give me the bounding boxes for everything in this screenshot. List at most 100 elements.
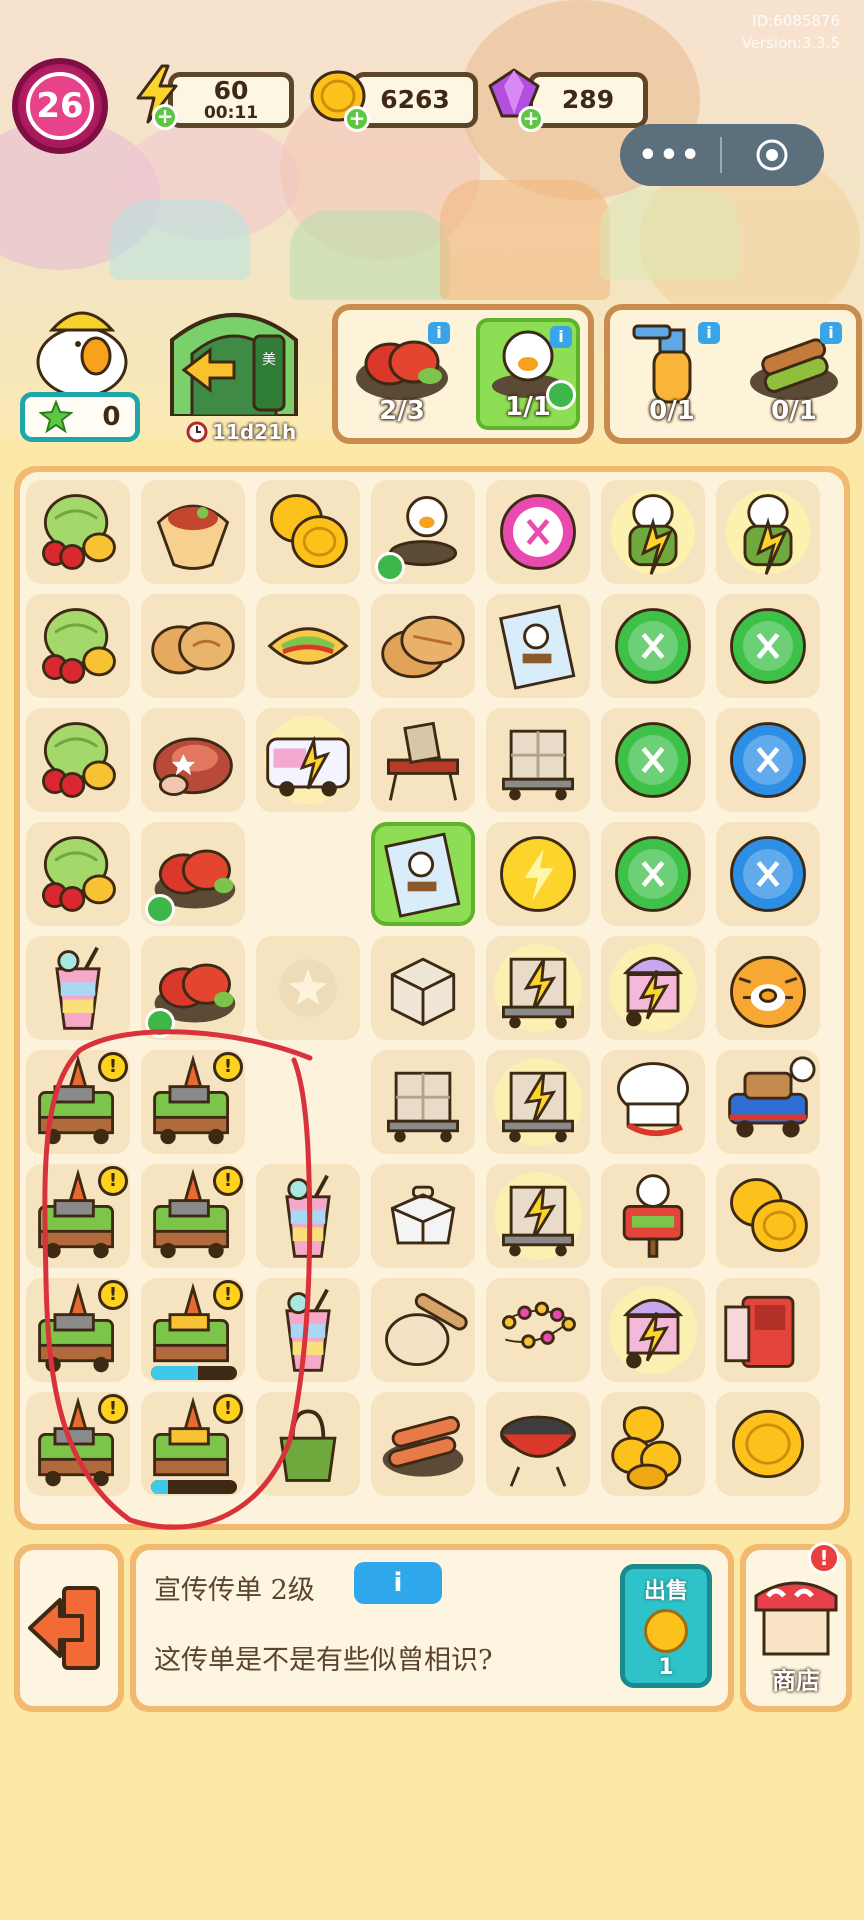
board-cell-crawfish-plate[interactable] xyxy=(141,822,245,926)
exit-button[interactable] xyxy=(20,1550,118,1706)
board-cell-melon-cherry[interactable] xyxy=(26,708,130,812)
item-info-button[interactable]: i xyxy=(354,1562,442,1604)
board-cell-empty[interactable] xyxy=(256,822,360,926)
board-cell-food-truck-lit[interactable] xyxy=(256,708,360,812)
board-cell-flyer-card-selected[interactable] xyxy=(371,822,475,926)
board-cell-rainbow-drink[interactable] xyxy=(256,1164,360,1268)
board-cell-grilled-skewers[interactable] xyxy=(371,1392,475,1496)
more-button[interactable]: ••• xyxy=(620,138,720,173)
order-panel-2[interactable]: 0/1 i 0/1 i xyxy=(604,304,862,444)
board-cell-grill-cart[interactable]: ! xyxy=(141,1164,245,1268)
star-slot-icon xyxy=(279,959,337,1017)
picnic-table-icon xyxy=(387,721,459,801)
board-cell-scissors-blue[interactable] xyxy=(716,708,820,812)
board-cell-grill-cart-loading[interactable]: ! xyxy=(141,1278,245,1382)
board-cell-ice-cream-cart-lit[interactable] xyxy=(601,1278,705,1382)
shop-button[interactable]: 商店 ! xyxy=(746,1542,846,1706)
board-cell-melon-cherry[interactable] xyxy=(26,594,130,698)
level-badge[interactable]: 26 xyxy=(12,58,108,154)
board-cell-bbq-grill[interactable] xyxy=(486,1392,590,1496)
board-cell-ice-cream-cart-lit[interactable] xyxy=(601,936,705,1040)
sell-button[interactable]: 出售 1 xyxy=(620,1564,712,1688)
board-cell-coin-stack[interactable] xyxy=(601,1392,705,1496)
order-count: 0/1 xyxy=(771,396,817,426)
board-cell-grill-cart[interactable]: ! xyxy=(26,1164,130,1268)
alert-icon: ! xyxy=(98,1052,128,1082)
order-spray-bottle[interactable]: 0/1 i xyxy=(620,318,724,430)
board-cell-stuffed-buns[interactable] xyxy=(141,594,245,698)
board-cell-empty[interactable] xyxy=(256,1050,360,1154)
board-cell-star-slot[interactable] xyxy=(256,936,360,1040)
board-cell-dough-roller[interactable] xyxy=(371,1278,475,1382)
duck-worker-avatar[interactable] xyxy=(22,296,142,396)
food-street-gate-icon[interactable]: 美 xyxy=(164,300,304,416)
order-info-button[interactable]: i xyxy=(698,322,720,344)
order-skewers[interactable]: 0/1 i xyxy=(742,318,846,430)
order-duck-egg[interactable]: 1/1 i xyxy=(476,318,580,430)
board-cell-cardboard-box[interactable] xyxy=(371,936,475,1040)
coin-counter[interactable]: 6263 xyxy=(352,72,478,128)
board-cell-rainbow-drink[interactable] xyxy=(26,936,130,1040)
board-cell-duck-figure-lit[interactable] xyxy=(601,480,705,584)
board-cell-melon-cherry[interactable] xyxy=(26,480,130,584)
board-cell-burrito[interactable] xyxy=(141,480,245,584)
board-cell-grill-cart[interactable]: ! xyxy=(26,1392,130,1496)
board-cell-grill-cart-loading[interactable]: ! xyxy=(141,1392,245,1496)
star-counter[interactable]: 0 xyxy=(20,392,140,442)
coin-plus-button[interactable]: + xyxy=(344,106,370,132)
check-icon xyxy=(145,894,175,924)
board-cell-melon-cherry[interactable] xyxy=(26,822,130,926)
energy-plus-button[interactable]: + xyxy=(152,104,178,130)
board-cell-fairy-lights[interactable] xyxy=(486,1278,590,1382)
energy-timer: 00:11 xyxy=(203,103,259,123)
board-cell-green-bag[interactable] xyxy=(256,1392,360,1496)
board-cell-red-fridge[interactable] xyxy=(716,1278,820,1382)
board-cell-grill-cart[interactable]: ! xyxy=(141,1050,245,1154)
board-cell-duck-sign[interactable] xyxy=(601,1164,705,1268)
board-cell-fried-egg-pan[interactable] xyxy=(371,480,475,584)
level-number: 26 xyxy=(26,72,94,140)
gold-coin-icon xyxy=(732,1409,804,1479)
gem-plus-button[interactable]: + xyxy=(518,106,544,132)
board-cell-crawfish-plate[interactable] xyxy=(141,936,245,1040)
board-cell-scissors-green[interactable] xyxy=(601,594,705,698)
board-cell-grill-cart[interactable]: ! xyxy=(26,1050,130,1154)
board-cell-flyer-card[interactable] xyxy=(486,594,590,698)
board-cell-scissors-green[interactable] xyxy=(716,594,820,698)
board-cell-rainbow-drink[interactable] xyxy=(256,1278,360,1382)
board-cell-gold-coins[interactable] xyxy=(716,1164,820,1268)
board-cell-takeout-box[interactable] xyxy=(371,1164,475,1268)
board-cell-cart-boxes-lit[interactable] xyxy=(486,1050,590,1154)
board-cell-tiger-plush[interactable] xyxy=(716,936,820,1040)
item-info-panel: 宣传传单 2级 i 这传单是不是有些似曾相识? 出售 1 xyxy=(136,1550,728,1706)
order-crawfish[interactable]: 2/3 i xyxy=(350,318,454,430)
order-info-button[interactable]: i xyxy=(820,322,842,344)
board-cell-picnic-table[interactable] xyxy=(371,708,475,812)
board-cell-cart-boxes[interactable] xyxy=(371,1050,475,1154)
order-info-button[interactable]: i xyxy=(428,322,450,344)
board-cell-scissors-green[interactable] xyxy=(601,822,705,926)
board-cell-cart-boxes-lit[interactable] xyxy=(486,936,590,1040)
board-cell-scissors-pink[interactable] xyxy=(486,480,590,584)
board-cell-cart-boxes[interactable] xyxy=(486,708,590,812)
board-cell-scissors-blue[interactable] xyxy=(716,822,820,926)
board-cell-gold-coins[interactable] xyxy=(256,480,360,584)
board-cell-duck-figure-lit[interactable] xyxy=(716,480,820,584)
player-id: ID:6085876 xyxy=(752,12,840,30)
board-cell-gold-coin[interactable] xyxy=(716,1392,820,1496)
board-cell-grill-cart[interactable]: ! xyxy=(26,1278,130,1382)
close-button[interactable] xyxy=(722,137,822,173)
gem-counter[interactable]: 289 xyxy=(528,72,648,128)
board-cell-omelette-wrap[interactable] xyxy=(256,594,360,698)
board-cell-scissors-green[interactable] xyxy=(601,708,705,812)
board-cell-energy-coin[interactable] xyxy=(486,822,590,926)
board-cell-blue-truck[interactable] xyxy=(716,1050,820,1154)
check-icon xyxy=(145,1008,175,1038)
board-cell-cart-boxes-lit[interactable] xyxy=(486,1164,590,1268)
board-cell-roast-meat[interactable] xyxy=(141,708,245,812)
order-info-button[interactable]: i xyxy=(550,326,572,348)
order-panel-1[interactable]: 2/3 i 1/1 i xyxy=(332,304,594,444)
coin-icon xyxy=(644,1609,688,1653)
board-cell-chef-hat[interactable] xyxy=(601,1050,705,1154)
board-cell-flatbread[interactable] xyxy=(371,594,475,698)
